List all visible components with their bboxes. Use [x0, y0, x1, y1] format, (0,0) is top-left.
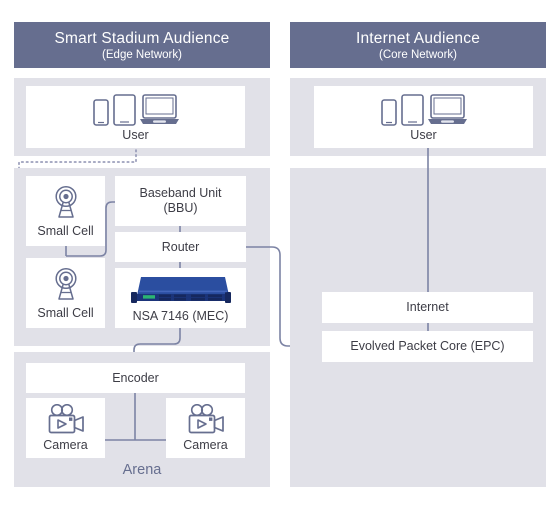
antenna-tower-icon — [47, 266, 85, 304]
core-epc-node[interactable]: Evolved Packet Core (EPC) — [322, 331, 533, 362]
core-header-subtitle: (Core Network) — [379, 49, 457, 61]
edge-header-subtitle: (Edge Network) — [102, 49, 182, 61]
edge-camera-left-node[interactable]: Camera — [26, 398, 105, 458]
user-devices-icon-svg — [380, 93, 467, 126]
core-header-title: Internet Audience — [355, 30, 481, 47]
edge-camera-right-node[interactable]: Camera — [166, 398, 245, 458]
edge-user-label: User — [122, 127, 149, 142]
antenna-tower-icon-svg — [54, 185, 77, 218]
video-camera-icon-svg — [188, 403, 224, 433]
core-epc-label: Evolved Packet Core (EPC) — [350, 339, 505, 353]
edge-header-title: Smart Stadium Audience — [54, 30, 230, 47]
edge-router-node[interactable]: Router — [115, 232, 246, 262]
antenna-tower-icon-svg — [54, 267, 77, 300]
user-devices-icon — [380, 92, 467, 126]
edge-small-cell-top-node[interactable]: Small Cell — [26, 176, 105, 246]
video-camera-icon — [185, 403, 227, 436]
user-devices-icon — [92, 92, 179, 126]
rack-server-icon — [129, 273, 233, 307]
edge-encoder-node[interactable]: Encoder — [26, 363, 245, 393]
edge-encoder-label: Encoder — [112, 370, 159, 385]
video-camera-icon — [45, 403, 87, 436]
edge-bbu-node[interactable]: Baseband Unit (BBU) — [115, 176, 246, 226]
edge-small-cell-bottom-node[interactable]: Small Cell — [26, 258, 105, 328]
core-internet-label: Internet — [406, 300, 449, 314]
edge-mec-node[interactable]: NSA 7146 (MEC) — [115, 268, 246, 328]
edge-small-cell-top-label: Small Cell — [37, 223, 94, 238]
edge-small-cell-bottom-label: Small Cell — [37, 305, 94, 320]
antenna-tower-icon — [47, 184, 85, 222]
edge-arena-caption: Arena — [122, 462, 162, 478]
user-devices-icon-svg — [92, 93, 179, 126]
edge-camera-right-label: Camera — [183, 437, 228, 452]
edge-user-node[interactable]: User — [26, 86, 245, 148]
core-column-header: Internet Audience (Core Network) — [290, 22, 546, 68]
core-user-node[interactable]: User — [314, 86, 533, 148]
edge-mec-label: NSA 7146 (MEC) — [132, 308, 229, 323]
network-architecture-diagram: Smart Stadium Audience (Edge Network) Us… — [0, 0, 560, 507]
edge-bbu-label-line2: (BBU) — [163, 201, 198, 215]
video-camera-icon-svg — [48, 403, 84, 433]
edge-router-label: Router — [161, 239, 200, 254]
core-network-panel — [290, 168, 546, 487]
rack-server-icon-svg — [130, 276, 231, 303]
core-user-label: User — [410, 127, 437, 142]
core-internet-node[interactable]: Internet — [322, 292, 533, 323]
edge-camera-left-label: Camera — [43, 437, 88, 452]
edge-bbu-label-line1: Baseband Unit — [139, 186, 222, 200]
edge-column-header: Smart Stadium Audience (Edge Network) — [14, 22, 270, 68]
